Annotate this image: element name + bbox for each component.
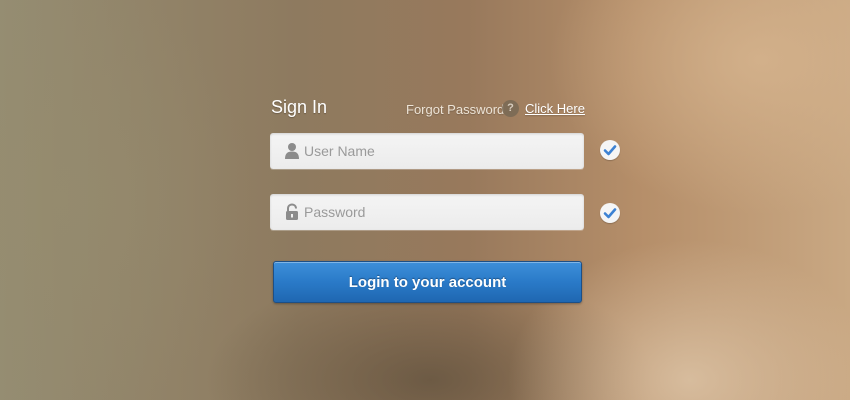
- password-input[interactable]: [304, 194, 574, 230]
- login-screen: Sign In Forgot Password ? Click Here Use…: [0, 0, 850, 400]
- page-title: Sign In: [271, 97, 328, 117]
- user-icon: [284, 142, 300, 160]
- help-icon: ?: [502, 100, 519, 117]
- password-valid-check-icon: [600, 203, 620, 223]
- forgot-password-label: Forgot Password: [406, 102, 505, 117]
- lock-icon: [284, 203, 300, 221]
- login-button[interactable]: Login to your account: [273, 261, 582, 303]
- username-field: [270, 133, 584, 169]
- username-valid-check-icon: [600, 140, 620, 160]
- forgot-password-link[interactable]: Click Here: [525, 101, 585, 116]
- username-input[interactable]: [304, 133, 574, 169]
- password-field: [270, 194, 584, 230]
